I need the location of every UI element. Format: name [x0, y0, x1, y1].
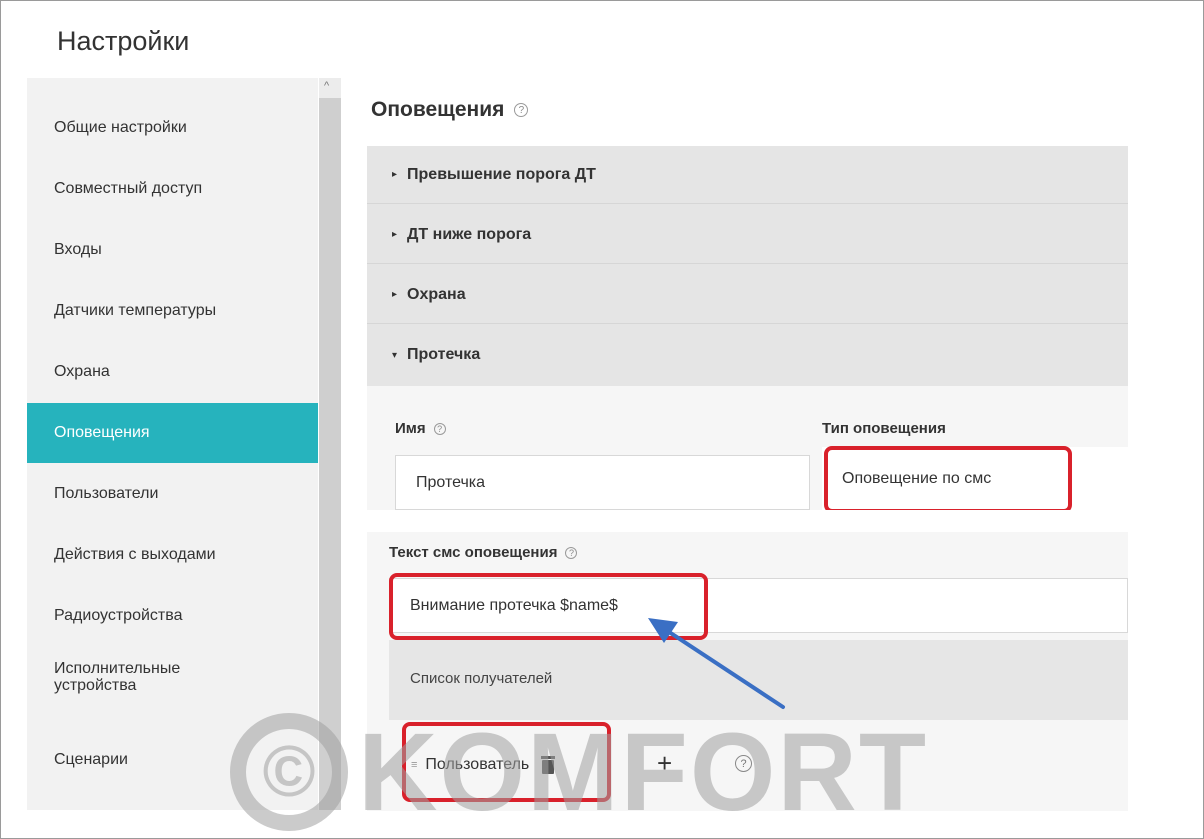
sidebar-item-sharing[interactable]: Совместный доступ	[27, 159, 318, 219]
sidebar-item-label: Входы	[54, 241, 102, 258]
sidebar-item-users[interactable]: Пользователи	[27, 464, 318, 524]
sidebar: Общие настройки Совместный доступ Входы …	[27, 78, 318, 810]
help-icon[interactable]: ?	[514, 103, 529, 117]
caret-right-icon: ▸	[392, 169, 398, 180]
sidebar-item-security[interactable]: Охрана	[27, 342, 318, 402]
name-input[interactable]: Протечка	[395, 455, 810, 510]
sidebar-item-label: Пользователи	[54, 485, 159, 502]
sidebar-item-label: Радиоустройства	[54, 607, 183, 624]
scrollbar-thumb[interactable]	[319, 98, 341, 810]
sidebar-item-temp-sensors[interactable]: Датчики температуры	[27, 281, 318, 341]
sidebar-scrollbar[interactable]: ^	[319, 78, 341, 810]
sidebar-item-label: Охрана	[54, 363, 110, 380]
sidebar-item-label-line1: Исполнительные	[54, 660, 181, 677]
accordion-item-temp-above[interactable]: ▸ Превышение порога ДТ	[367, 146, 1128, 204]
sidebar-item-inputs[interactable]: Входы	[27, 220, 318, 280]
notification-accordion: ▸ Превышение порога ДТ ▸ ДТ ниже порога …	[367, 146, 1128, 386]
accordion-item-security[interactable]: ▸ Охрана	[367, 266, 1128, 324]
sidebar-item-label: Действия с выходами	[54, 546, 216, 563]
notification-type-label: Тип оповещения	[822, 420, 946, 437]
sidebar-item-label: Датчики температуры	[54, 302, 217, 319]
sidebar-item-output-actions[interactable]: Действия с выходами	[27, 525, 318, 585]
accordion-item-label: Превышение порога ДТ	[407, 165, 596, 183]
sidebar-item-label-line2: устройства	[54, 677, 137, 694]
sidebar-item-label: Оповещения	[54, 424, 150, 441]
recipients-label: Список получателей	[410, 670, 553, 687]
accordion-item-leak[interactable]: ▾ Протечка	[367, 326, 1128, 384]
caret-right-icon: ▸	[392, 229, 398, 240]
sidebar-item-label: Общие настройки	[54, 119, 187, 136]
section-title: Оповещения ?	[371, 98, 529, 122]
page-title: Настройки	[57, 26, 190, 56]
accordion-item-label: Охрана	[407, 285, 466, 303]
scroll-up-icon[interactable]: ^	[324, 80, 329, 92]
highlight-box-type	[824, 446, 1072, 513]
sms-text-label-text: Текст смс оповещения	[389, 544, 558, 561]
help-icon[interactable]: ?	[565, 546, 578, 559]
highlight-box-recipient	[402, 722, 611, 802]
accordion-item-temp-below[interactable]: ▸ ДТ ниже порога	[367, 206, 1128, 264]
name-label-text: Имя	[395, 420, 426, 437]
accordion-item-label: Протечка	[407, 346, 481, 363]
sidebar-item-general[interactable]: Общие настройки	[27, 98, 318, 158]
help-icon[interactable]: ?	[433, 422, 446, 435]
name-input-value: Протечка	[416, 473, 486, 491]
highlight-box-sms	[389, 573, 708, 640]
sms-text-label: Текст смс оповещения ?	[389, 544, 578, 561]
accordion-item-label: ДТ ниже порога	[407, 225, 532, 243]
sidebar-item-label: Сценарии	[54, 751, 128, 768]
section-title-text: Оповещения	[371, 98, 505, 121]
sidebar-item-notifications[interactable]: Оповещения	[27, 403, 318, 463]
name-label: Имя ?	[395, 420, 446, 437]
caret-right-icon: ▸	[392, 289, 398, 300]
sidebar-item-scenarios[interactable]: Сценарии	[27, 730, 318, 790]
help-icon[interactable]: ?	[735, 755, 752, 772]
caret-down-icon: ▾	[392, 349, 398, 361]
sidebar-item-radio-devices[interactable]: Радиоустройства	[27, 586, 318, 646]
sidebar-item-label: Совместный доступ	[54, 180, 203, 197]
notification-type-label-text: Тип оповещения	[822, 420, 946, 437]
sidebar-item-actuators[interactable]: Исполнительные устройства	[27, 647, 318, 707]
add-recipient-icon[interactable]: +	[657, 748, 672, 779]
sidebar-item-label: Исполнительные устройства	[54, 660, 180, 694]
type-row-fill	[367, 510, 1128, 532]
